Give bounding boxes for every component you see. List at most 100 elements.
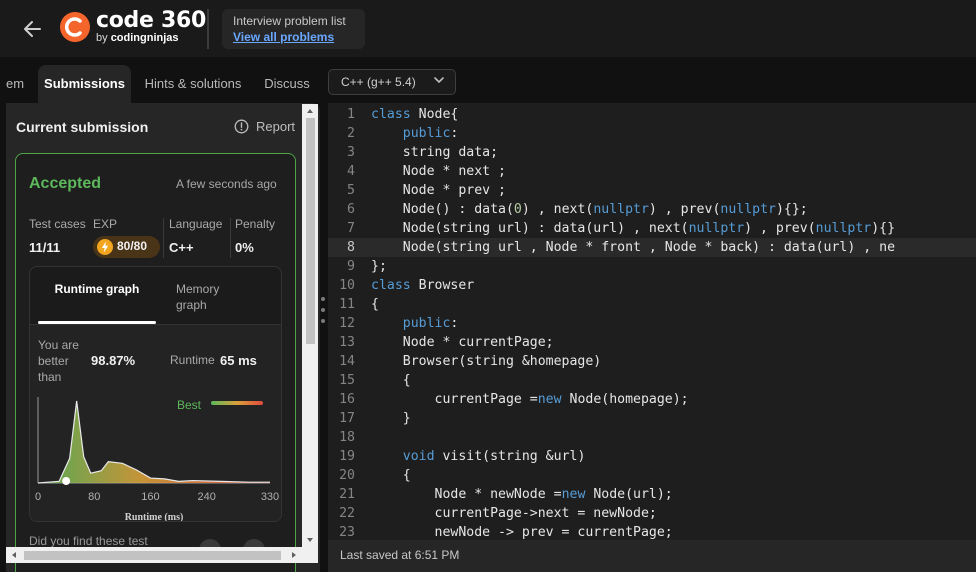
code-text: Node(string url , Node * front , Node * … [371,240,896,255]
problem-list-box: Interview problem list View all problems [222,9,365,49]
scrollbar-thumb[interactable] [306,118,315,344]
code-line[interactable]: 3 string data; [328,143,976,162]
logo-mark-icon [60,12,90,42]
code-line[interactable]: 21 Node * newNode =new Node(url); [328,485,976,504]
code-line[interactable]: 6 Node() : data(0) , next(nullptr) , pre… [328,200,976,219]
line-number: 17 [339,411,355,426]
scroll-left-icon[interactable] [10,551,18,559]
tab-runtime-graph[interactable]: Runtime graph [38,273,156,323]
code-text: Node(string url) : data(url) , next(null… [371,221,896,236]
line-number: 14 [339,354,355,369]
code-line[interactable]: 5 Node * prev ; [328,181,976,200]
legend-gradient-bar [211,401,263,405]
top-bar: code 360 by codingninjas Interview probl… [0,0,976,57]
view-all-problems-link[interactable]: View all problems [233,30,334,44]
code-line[interactable]: 13 Node * currentPage; [328,333,976,352]
runtime-label: Runtime [170,353,215,367]
code-line[interactable]: 8 Node(string url , Node * front , Node … [328,238,976,257]
tab-row: em Submissions Hints & solutions Discuss… [0,57,976,103]
stat-divider [230,218,231,258]
tab-hints-solutions[interactable]: Hints & solutions [138,65,248,103]
code-line[interactable]: 12 public: [328,314,976,333]
code-line[interactable]: 11 { [328,295,976,314]
lightning-bolt-icon [97,239,113,255]
feedback-question: Did you find these test [29,534,148,548]
line-number: 8 [347,240,355,255]
code-line[interactable]: 7 Node(string url) : data(url) , next(nu… [328,219,976,238]
language-select[interactable]: C++ (g++ 5.4) [328,69,456,95]
graph-body: You are better than 98.87% Runtime 65 ms… [30,324,281,522]
code-line[interactable]: 23 newNode -> prev = currentPage; [328,523,976,540]
code-text: newNode -> prev = currentPage; [371,525,673,540]
runtime-value: 65 ms [220,353,257,368]
code-line[interactable]: 9}; [328,257,976,276]
code-text: Node * prev ; [371,183,506,198]
line-number: 5 [347,183,355,198]
problem-list-label: Interview problem list [233,14,346,28]
code-text: class Node{ [371,107,459,122]
code-line[interactable]: 22 currentPage->next = newNode; [328,504,976,523]
penalty-value: 0% [235,240,254,255]
tab-problem[interactable]: em [0,65,34,103]
logo-word: code [96,8,154,33]
code-line[interactable]: 16 currentPage =new Node(homepage); [328,390,976,409]
code-text: Node * currentPage; [371,335,554,350]
line-number: 6 [347,202,355,217]
last-saved-text: Last saved at 6:51 PM [340,548,460,562]
line-number: 22 [339,506,355,521]
code-line[interactable]: 14 Browser(string &homepage) [328,352,976,371]
x-tick-label: 0 [35,491,41,503]
code-text: { [371,297,379,312]
code-line[interactable]: 19 void visit(string &url) [328,447,976,466]
scrollbar-thumb[interactable] [24,551,281,560]
line-number: 23 [339,525,355,540]
status-badge: Accepted [29,175,102,192]
submission-time: A few seconds ago [176,177,277,191]
tab-discuss[interactable]: Discuss [256,65,318,103]
code-text: } [371,411,411,426]
scroll-down-icon[interactable] [306,536,314,544]
language-select-value: C++ (g++ 5.4) [341,75,416,89]
tab-submissions[interactable]: Submissions [38,65,131,103]
line-number: 13 [339,335,355,350]
code-line[interactable]: 17 } [328,409,976,428]
scroll-up-icon[interactable] [306,107,314,115]
code-line[interactable]: 20 { [328,466,976,485]
code-line[interactable]: 18 [328,428,976,447]
code-line[interactable]: 1 class Node{ [328,105,976,124]
panel-resize-handle[interactable] [320,295,326,335]
code-text: currentPage->next = newNode; [371,506,657,521]
report-button[interactable]: Report [256,119,295,134]
code-text: { [371,468,411,483]
drag-dot-icon [321,297,325,301]
x-tick-label: 330 [261,491,279,503]
submission-card: Accepted A few seconds ago Test cases 11… [15,153,296,572]
code-text: { [371,373,411,388]
back-arrow-icon[interactable] [20,16,46,42]
x-axis-label: Runtime (ms) [125,512,184,522]
line-number: 16 [339,392,355,407]
code-line[interactable]: 2 public: [328,124,976,143]
vertical-scrollbar[interactable] [302,104,318,547]
code-line[interactable]: 10 class Browser [328,276,976,295]
code-text: Node * next ; [371,164,506,179]
code-line[interactable]: 15 { [328,371,976,390]
code-text: string data; [371,145,499,160]
code-text: void visit(string &url) [402,449,586,464]
logo-brand: codingninjas [110,32,179,44]
x-tick-label: 80 [88,491,100,503]
code360-logo[interactable]: code 360 by codingninjas [60,8,206,46]
line-number: 1 [347,107,355,122]
line-number: 10 [339,278,355,293]
horizontal-scrollbar[interactable] [6,547,318,563]
code-text: }; [371,259,387,274]
code-line[interactable]: 4 Node * next ; [328,162,976,181]
line-number: 7 [347,221,355,236]
editor-status-bar: Last saved at 6:51 PM [328,540,976,572]
info-icon[interactable] [234,119,249,134]
header-divider [207,9,209,49]
tab-memory-graph[interactable]: Memory graph [160,273,248,323]
code-editor[interactable]: 1 class Node{ 2 public: 3 string data; 4 Nod… [328,103,976,540]
drag-dot-icon [321,319,325,323]
scroll-right-icon[interactable] [290,551,298,559]
